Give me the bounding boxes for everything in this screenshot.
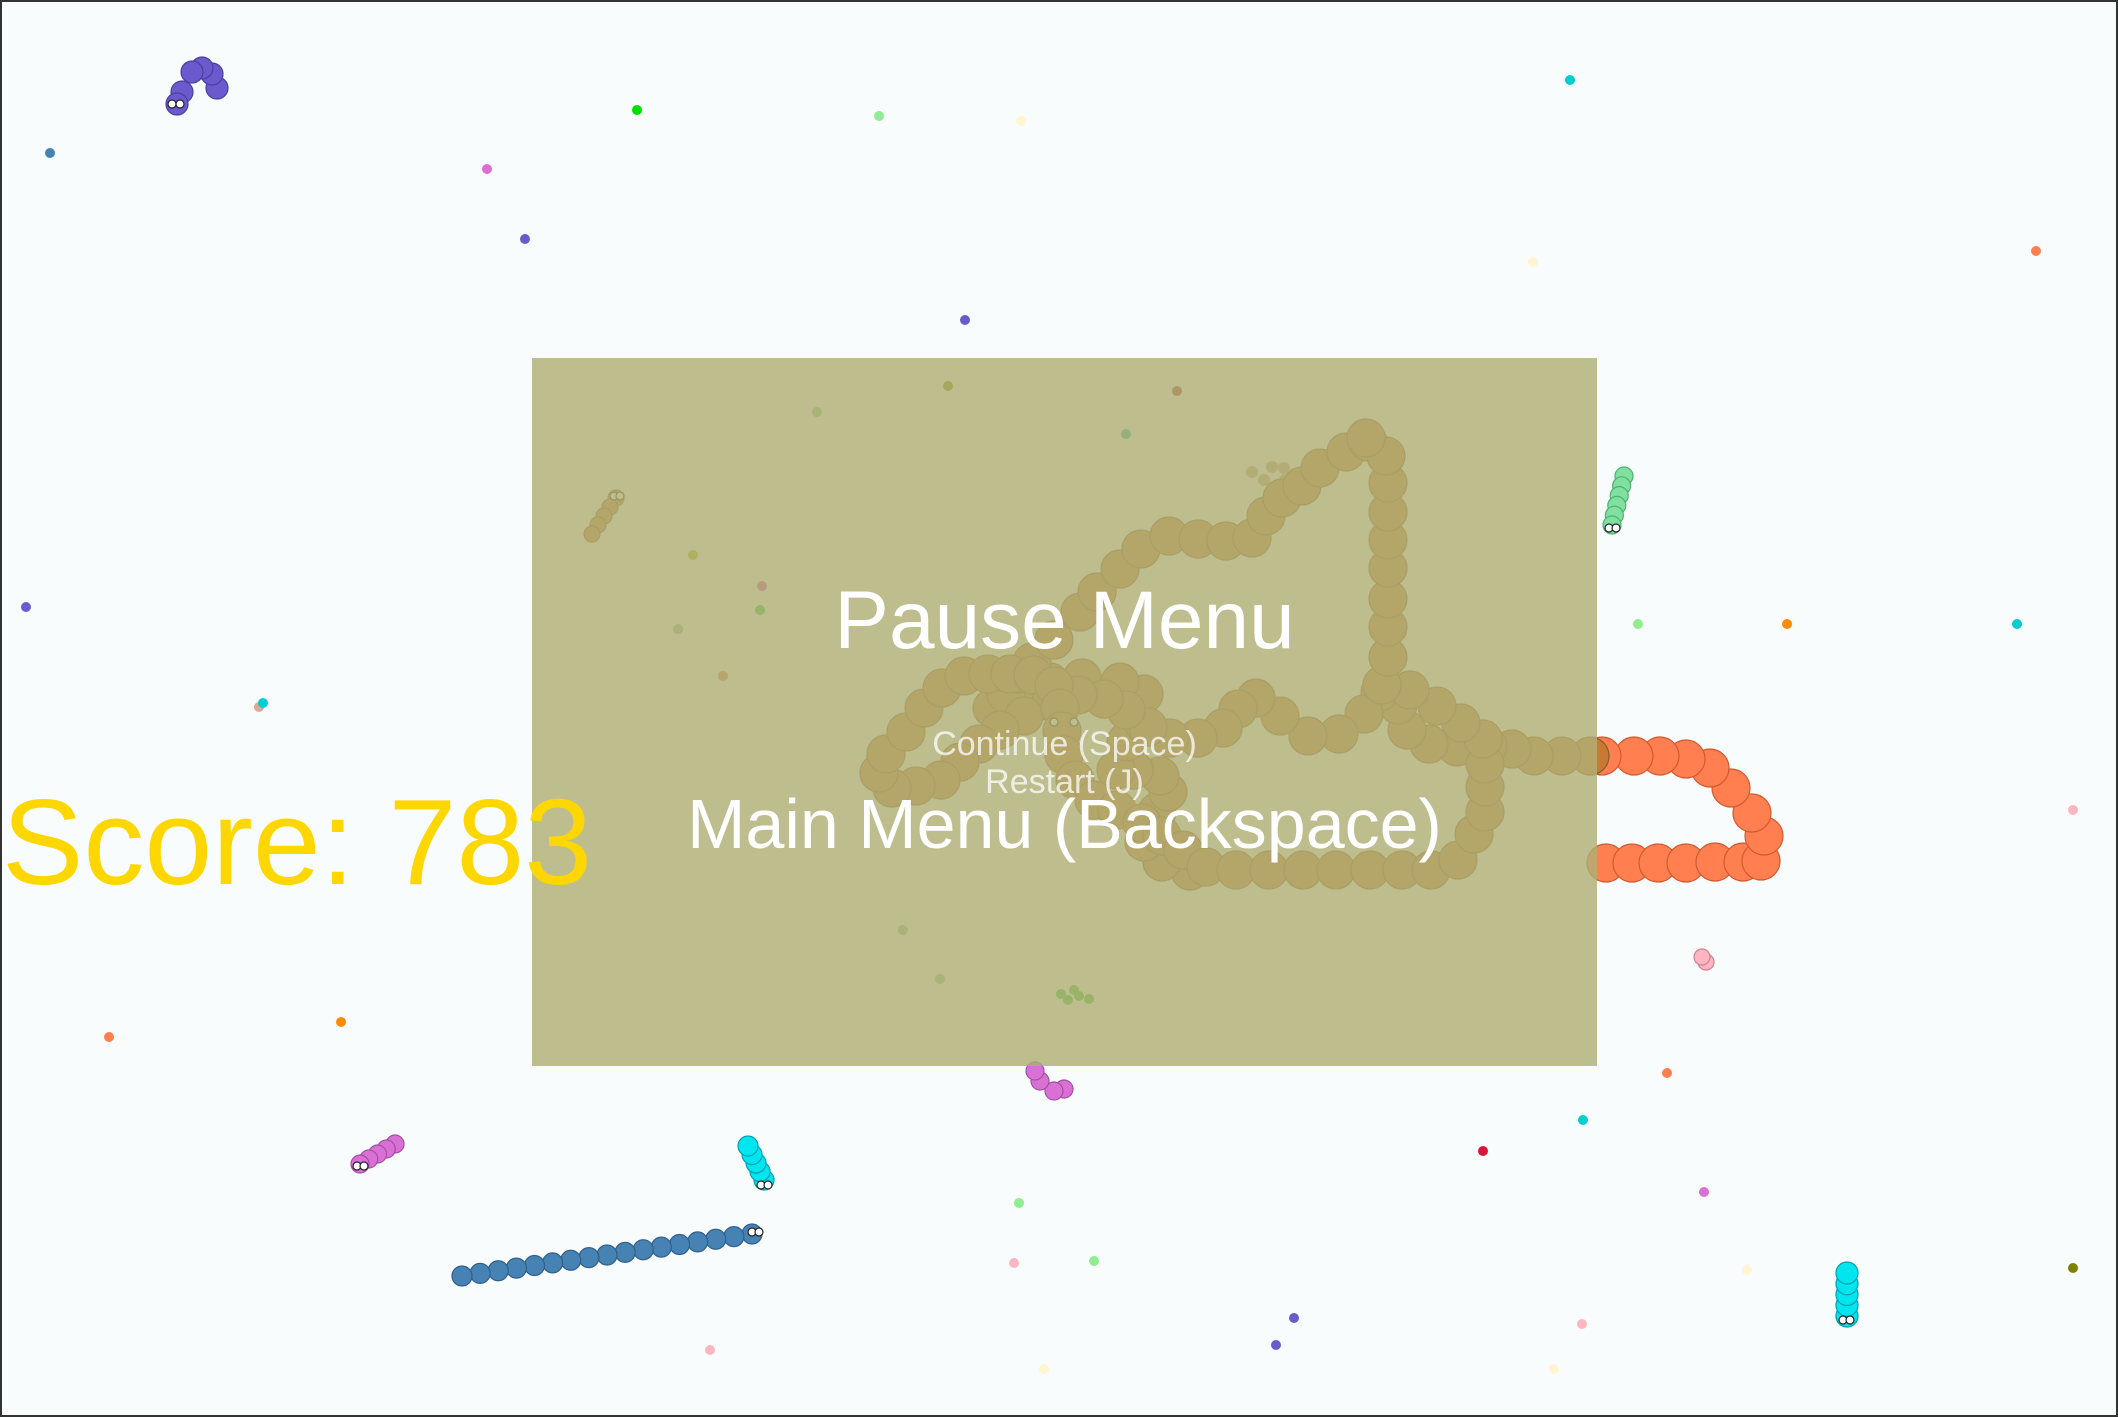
food-pellet — [2031, 246, 2041, 256]
food-pellet — [1699, 1187, 1709, 1197]
snake-segment — [505, 1257, 527, 1279]
pause-menu-overlay: Pause Menu Continue (Space) Restart (J) … — [532, 358, 1597, 1066]
snake-eye — [1845, 1315, 1855, 1325]
snake-segment — [668, 1233, 691, 1256]
enemy-snake-blue — [451, 1223, 764, 1287]
snake-eye — [175, 99, 185, 109]
main-menu-button[interactable]: Main Menu (Backspace) — [532, 784, 1597, 864]
food-pellet — [336, 1017, 346, 1027]
food-pellet — [1016, 116, 1026, 126]
food-pellet — [1014, 1198, 1024, 1208]
snake-segment — [723, 1226, 745, 1248]
food-pellet — [1577, 1319, 1587, 1329]
enemy-snake-pink-2 — [1025, 1061, 1074, 1101]
snake-segment — [451, 1265, 473, 1287]
food-pellet — [45, 148, 55, 158]
snake-segment — [560, 1249, 582, 1271]
snake-segment — [1835, 1261, 1859, 1285]
food-pellet — [1578, 1115, 1588, 1125]
food-pellet — [21, 602, 31, 612]
food-pellet — [2068, 1263, 2078, 1273]
snake-segment — [578, 1247, 600, 1269]
snake-segment — [687, 1231, 709, 1253]
snake-segment — [650, 1236, 672, 1258]
snake-eye — [359, 1161, 369, 1171]
snake-eye — [754, 1227, 764, 1237]
snake-segment — [1693, 948, 1711, 966]
food-pellet — [1565, 75, 1575, 85]
snake-eye — [763, 1180, 773, 1190]
enemy-snake-orange — [1582, 736, 1784, 883]
enemy-snake-mint — [1602, 466, 1634, 535]
snake-eye — [1611, 523, 1621, 533]
food-pellet — [258, 698, 268, 708]
food-pellet — [1039, 1364, 1049, 1374]
enemy-snake-lightpink — [1693, 948, 1715, 971]
food-pellet — [1633, 619, 1643, 629]
food-pellet — [2068, 805, 2078, 815]
enemy-snake-cyan — [737, 1135, 775, 1191]
snake-segment — [542, 1252, 564, 1274]
snake-segment — [523, 1254, 546, 1277]
snake-segment — [469, 1262, 491, 1284]
snake-segment — [737, 1135, 759, 1157]
food-pellet — [1662, 1068, 1672, 1078]
food-pellet — [874, 111, 884, 121]
food-pellet — [632, 105, 642, 115]
food-pellet — [1478, 1146, 1488, 1156]
food-pellet — [520, 234, 530, 244]
food-pellet — [1289, 1313, 1299, 1323]
food-pellet — [2012, 619, 2022, 629]
enemy-snake-purple — [165, 56, 229, 116]
food-pellet — [705, 1345, 715, 1355]
food-pellet — [1782, 619, 1792, 629]
snake-segment — [487, 1260, 509, 1282]
food-pellet — [1009, 1258, 1019, 1268]
food-pellet — [1528, 257, 1538, 267]
snake-eye — [167, 99, 177, 109]
food-pellet — [1271, 1340, 1281, 1350]
enemy-snake-pink — [350, 1134, 405, 1174]
snake-segment — [632, 1239, 654, 1261]
snake-segment — [596, 1244, 618, 1266]
food-pellet — [960, 315, 970, 325]
food-pellet — [1742, 1265, 1752, 1275]
enemy-snake-cyan-2 — [1835, 1261, 1859, 1328]
snake-segment — [614, 1241, 636, 1263]
score-display: Score: 783 — [2, 774, 593, 910]
snake-segment — [180, 60, 204, 84]
game-canvas[interactable]: Pause Menu Continue (Space) Restart (J) … — [0, 0, 2118, 1417]
pause-menu-title: Pause Menu — [834, 575, 1295, 666]
food-pellet — [482, 164, 492, 174]
snake-segment — [705, 1228, 727, 1250]
food-pellet — [1549, 1364, 1559, 1374]
food-pellet — [104, 1032, 114, 1042]
continue-button[interactable]: Continue (Space) — [532, 724, 1597, 764]
food-pellet — [1089, 1256, 1099, 1266]
